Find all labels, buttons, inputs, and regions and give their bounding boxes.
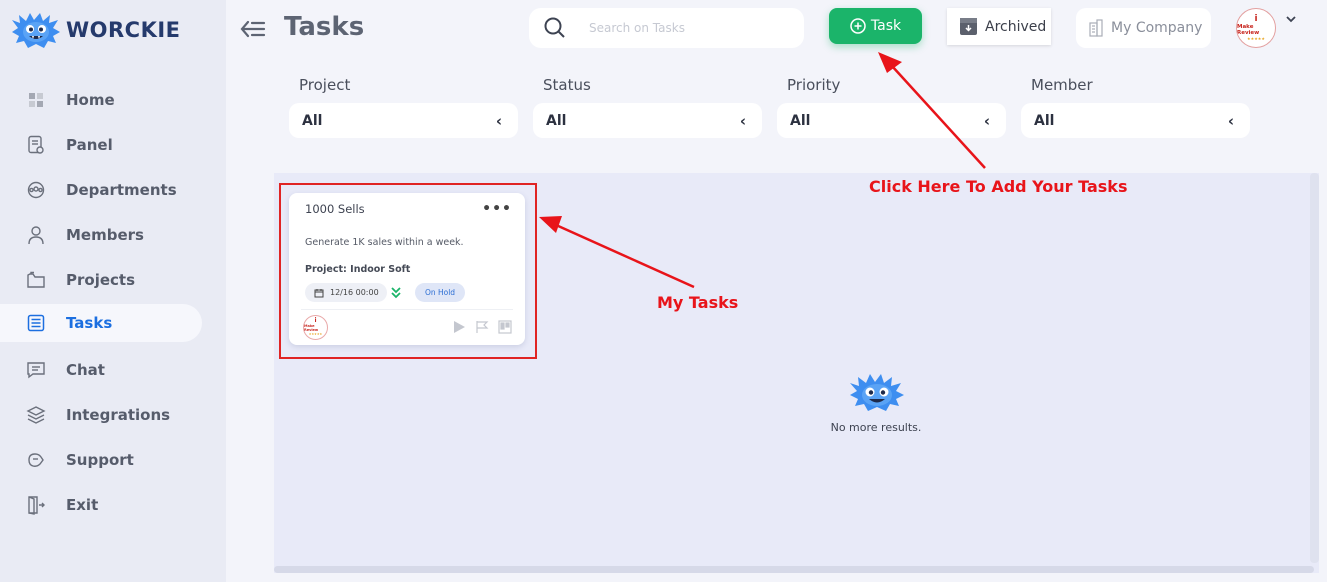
vertical-scrollbar[interactable] [1310,173,1319,563]
add-task-label: Task [870,18,902,34]
sidebar-item-departments[interactable]: Departments [0,171,202,209]
sidebar-item-label: Chat [66,361,105,379]
search-icon [544,17,565,38]
filter-label: Priority [787,76,841,94]
sidebar-item-support[interactable]: Support [0,441,202,479]
archive-box-icon [960,18,977,35]
filter-priority: Priority All ‹ [777,76,1006,138]
my-tasks-highlight [279,183,537,359]
filter-value: All [790,112,811,129]
sidebar-item-label: Departments [66,181,177,199]
building-icon [1089,19,1103,37]
filter-value: All [1034,112,1055,129]
status-select[interactable]: All ‹ [533,103,762,138]
user-avatar[interactable]: i Make Review ★★★★★ [1236,8,1276,48]
sidebar-item-label: Panel [66,136,113,154]
filter-status: Status All ‹ [533,76,762,138]
folder-icon [26,270,46,290]
sidebar-item-members[interactable]: Members [0,216,202,254]
horizontal-scrollbar[interactable] [274,566,1314,573]
sidebar-item-home[interactable]: Home [0,81,202,119]
document-eye-icon [26,135,46,155]
support-icon [26,450,46,470]
my-tasks-annotation: My Tasks [657,293,739,312]
sidebar-item-tasks[interactable]: Tasks [0,304,202,342]
collapse-sidebar-icon[interactable] [240,18,266,40]
plus-circle-icon [850,18,866,34]
grid-icon [26,90,46,110]
search-input[interactable] [589,21,779,35]
company-selector[interactable]: My Company [1076,8,1211,48]
priority-select[interactable]: All ‹ [777,103,1006,138]
project-select[interactable]: All ‹ [289,103,518,138]
member-select[interactable]: All ‹ [1021,103,1250,138]
filter-value: All [302,112,323,129]
sidebar-item-panel[interactable]: Panel [0,126,202,164]
filter-value: All [546,112,567,129]
add-tasks-annotation: Click Here To Add Your Tasks [869,177,1128,196]
sidebar-item-label: Members [66,226,144,244]
mascot-logo-icon [12,13,60,48]
task-list-icon [26,313,46,333]
filter-label: Member [1031,76,1093,94]
chevron-left-icon: ‹ [739,111,746,130]
sidebar-item-integrations[interactable]: Integrations [0,396,202,434]
rating-stars-icon: ★★★★★ [1247,36,1265,41]
filter-project: Project All ‹ [289,76,518,138]
sidebar-item-label: Integrations [66,406,171,424]
sidebar-item-label: Exit [66,496,99,514]
filter-label: Project [299,76,351,94]
chevron-down-icon[interactable] [1285,14,1297,24]
page-title: Tasks [284,12,365,42]
archived-button[interactable]: Archived [947,8,1051,45]
layers-icon [26,405,46,425]
team-icon [26,180,46,200]
company-label: My Company [1111,20,1203,36]
sidebar-item-label: Home [66,91,115,109]
empty-state-mascot-icon [850,374,904,411]
user-icon [26,225,46,245]
chevron-left-icon: ‹ [983,111,990,130]
chevron-left-icon: ‹ [495,111,502,130]
sidebar-item-projects[interactable]: Projects [0,261,202,299]
sidebar: WORCKIE Home Panel Departments Members P… [0,0,226,582]
exit-door-icon [26,495,46,515]
sidebar-item-exit[interactable]: Exit [0,486,202,524]
search-box[interactable] [529,8,804,48]
sidebar-item-chat[interactable]: Chat [0,351,202,389]
sidebar-item-label: Projects [66,271,136,289]
archived-label: Archived [985,18,1047,35]
sidebar-item-label: Tasks [66,314,113,332]
sidebar-item-label: Support [66,451,134,469]
brand-name: WORCKIE [66,18,181,42]
chat-icon [26,360,46,380]
brand-logo[interactable]: WORCKIE [10,10,181,50]
filter-member: Member All ‹ [1021,76,1250,138]
chevron-left-icon: ‹ [1227,111,1234,130]
filter-label: Status [543,76,591,94]
empty-state-text: No more results. [830,421,922,434]
add-task-button[interactable]: Task [829,8,922,44]
